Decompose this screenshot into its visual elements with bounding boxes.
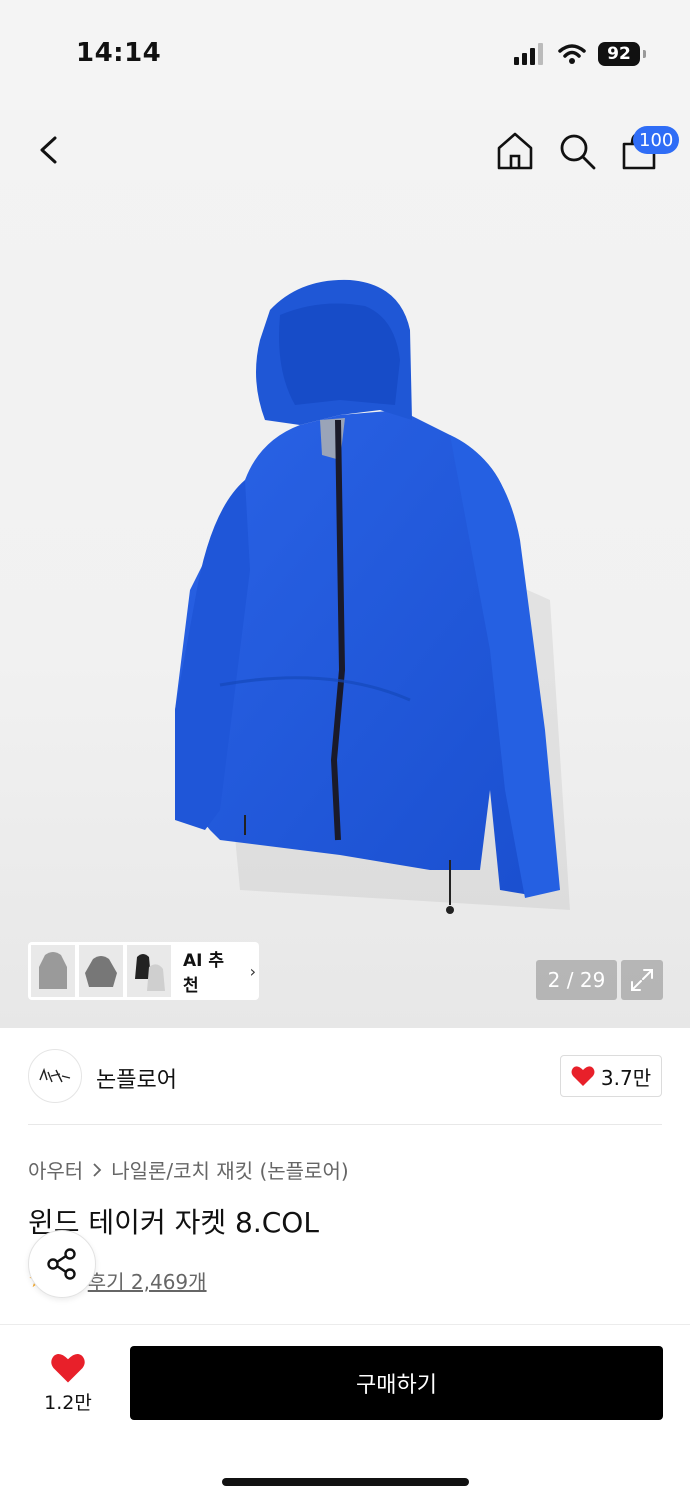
expand-icon xyxy=(631,969,653,991)
product-gallery[interactable]: 100 AI 추천 › 2 / 29 xyxy=(0,110,690,1028)
breadcrumb-category[interactable]: 아우터 xyxy=(28,1155,83,1184)
back-icon[interactable] xyxy=(30,130,70,170)
ai-thumb-light xyxy=(78,945,123,997)
chevron-right-icon xyxy=(93,1162,102,1177)
heart-icon xyxy=(51,1353,85,1383)
review-link[interactable]: 후기 2,469개 xyxy=(88,1266,207,1295)
buy-button[interactable]: 구매하기 xyxy=(130,1346,663,1420)
home-indicator[interactable] xyxy=(222,1478,469,1486)
wishlist-button[interactable]: 1.2만 xyxy=(28,1348,108,1418)
home-icon[interactable] xyxy=(494,130,536,172)
brand-logo[interactable] xyxy=(28,1049,82,1103)
signal-icon xyxy=(514,43,543,65)
wifi-icon xyxy=(558,44,586,64)
product-image[interactable] xyxy=(150,270,570,970)
share-button[interactable] xyxy=(28,1230,96,1298)
search-icon[interactable] xyxy=(556,130,598,172)
page-counter: 2 / 29 xyxy=(536,960,617,1000)
breadcrumb: 아우터 나일론/코치 재킷 (논플로어) xyxy=(28,1155,349,1184)
brand-row[interactable]: 논플로어 3.7만 xyxy=(28,1049,662,1105)
cart-badge: 100 xyxy=(633,126,680,154)
status-bar: 14:14 92 xyxy=(0,0,690,110)
status-time: 14:14 xyxy=(76,38,162,68)
brand-like-count: 3.7만 xyxy=(600,1065,652,1090)
expand-button[interactable] xyxy=(621,960,663,1000)
heart-icon xyxy=(571,1066,595,1086)
chevron-right-icon: › xyxy=(249,961,257,981)
brand-logo-icon xyxy=(39,1067,71,1083)
share-icon xyxy=(47,1248,76,1280)
divider xyxy=(28,1124,662,1125)
status-icons: 92 xyxy=(514,42,646,66)
brand-name[interactable]: 논플로어 xyxy=(96,1062,177,1094)
ai-thumb-grey xyxy=(31,945,75,997)
wishlist-count: 1.2만 xyxy=(44,1391,92,1414)
battery-icon: 92 xyxy=(598,42,646,66)
breadcrumb-subcategory[interactable]: 나일론/코치 재킷 (논플로어) xyxy=(111,1155,348,1184)
ai-label: AI 추천 xyxy=(182,951,224,996)
bottom-divider xyxy=(0,1324,690,1325)
brand-like-button[interactable]: 3.7만 xyxy=(560,1055,662,1097)
ai-recommend-chip[interactable]: AI 추천 › xyxy=(28,942,259,1000)
ai-thumb-black xyxy=(126,945,171,997)
